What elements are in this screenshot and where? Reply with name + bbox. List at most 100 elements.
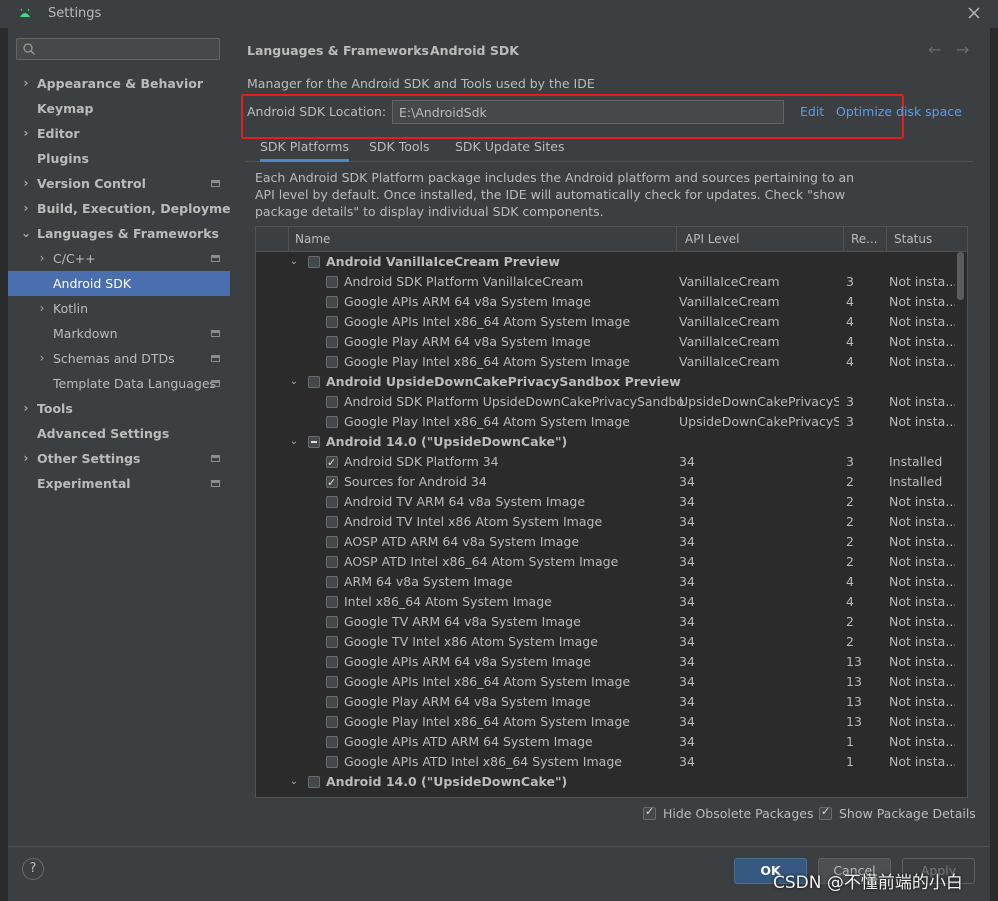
forward-arrow-icon[interactable]: → [956, 40, 969, 59]
package-group-row[interactable]: ⌄ Android UpsideDownCakePrivacySandbox Pr… [256, 372, 956, 392]
package-checkbox[interactable] [326, 756, 338, 768]
sidebar-item-editor[interactable]: › Editor [8, 121, 230, 146]
chevron-right-icon[interactable]: › [21, 121, 31, 146]
package-row[interactable]: ARM 64 v8a System Image 34 4 Not insta... [256, 572, 956, 592]
package-row[interactable]: Google Play Intel x86_64 Atom System Ima… [256, 712, 956, 732]
column-api-level[interactable]: API Level [685, 232, 739, 246]
close-icon[interactable] [966, 5, 982, 21]
package-row[interactable]: Google APIs ARM 64 v8a System Image 34 13 N… [256, 652, 956, 672]
package-checkbox[interactable] [308, 776, 320, 788]
sidebar-item-version-control[interactable]: › Version Control [8, 171, 230, 196]
chevron-right-icon[interactable]: › [37, 346, 47, 371]
column-status[interactable]: Status [894, 232, 932, 246]
back-arrow-icon[interactable]: ← [928, 40, 941, 59]
package-checkbox[interactable] [326, 416, 338, 428]
package-checkbox[interactable] [326, 636, 338, 648]
package-row[interactable]: Android SDK Platform UpsideDownCakePriva… [256, 392, 956, 412]
chevron-right-icon[interactable]: › [21, 396, 31, 421]
package-row[interactable]: Google TV ARM 64 v8a System Image 34 2 Not … [256, 612, 956, 632]
package-row[interactable]: Google APIs ATD ARM 64 System Image 34 1 No… [256, 732, 956, 752]
chevron-down-icon[interactable]: ⌄ [21, 221, 31, 246]
sidebar-item-keymap[interactable]: Keymap [8, 96, 230, 121]
package-checkbox[interactable] [326, 276, 338, 288]
package-row[interactable]: Google APIs ATD Intel x86_64 System Imag… [256, 752, 956, 772]
show-details-checkbox[interactable] [819, 805, 832, 820]
column-revision[interactable]: Re... [851, 232, 878, 246]
scrollbar-thumb[interactable] [957, 252, 964, 300]
sidebar-item-kotlin[interactable]: › Kotlin [8, 296, 230, 321]
package-checkbox[interactable] [326, 396, 338, 408]
package-row[interactable]: Intel x86_64 Atom System Image 34 4 Not ins… [256, 592, 956, 612]
sidebar-item-build-execution-deployment[interactable]: › Build, Execution, Deployment [8, 196, 246, 221]
package-checkbox[interactable] [326, 696, 338, 708]
package-checkbox[interactable] [326, 656, 338, 668]
help-button[interactable]: ? [22, 858, 44, 880]
package-group-row[interactable]: ⌄ Android VanillaIceCream Preview [256, 252, 956, 272]
package-row[interactable]: Android SDK Platform VanillaIceCream Vani… [256, 272, 956, 292]
package-checkbox[interactable] [326, 496, 338, 508]
package-checkbox[interactable] [308, 256, 320, 268]
package-group-row[interactable]: ⌄ Android 14.0 ("UpsideDownCake") [256, 772, 956, 792]
settings-search[interactable] [16, 38, 220, 60]
package-row[interactable]: Google APIs Intel x86_64 Atom System Ima… [256, 312, 956, 332]
chevron-right-icon[interactable]: › [21, 171, 31, 196]
sidebar-item-plugins[interactable]: Plugins [8, 146, 230, 171]
package-checkbox[interactable] [326, 316, 338, 328]
sdk-location-field[interactable] [392, 100, 784, 124]
package-checkbox[interactable] [326, 616, 338, 628]
package-row[interactable]: Android TV Intel x86 Atom System Image 34… [256, 512, 956, 532]
breadcrumb-parent[interactable]: Languages & Frameworks [247, 43, 429, 58]
package-row[interactable]: AOSP ATD Intel x86_64 Atom System Image 3… [256, 552, 956, 572]
chevron-right-icon[interactable]: › [37, 296, 47, 321]
package-checkbox[interactable] [326, 336, 338, 348]
package-checkbox[interactable] [326, 576, 338, 588]
chevron-right-icon[interactable]: › [21, 71, 31, 96]
package-checkbox[interactable] [326, 453, 338, 473]
hide-obsolete-checkbox[interactable] [643, 805, 656, 820]
tab-sdk-platforms[interactable]: SDK Platforms [260, 139, 349, 162]
package-group-row[interactable]: ⌄ Android 14.0 ("UpsideDownCake") [256, 432, 956, 452]
sidebar-item-markdown[interactable]: Markdown [8, 321, 230, 346]
search-input[interactable] [39, 40, 215, 58]
package-row[interactable]: Google TV Intel x86 Atom System Image 34 2… [256, 632, 956, 652]
package-checkbox[interactable] [326, 596, 338, 608]
chevron-down-icon[interactable]: ⌄ [289, 372, 299, 392]
chevron-down-icon[interactable]: ⌄ [289, 772, 299, 792]
sidebar-item-other-settings[interactable]: › Other Settings [8, 446, 230, 471]
package-row[interactable]: Android TV ARM 64 v8a System Image 34 2 Not… [256, 492, 956, 512]
sidebar-item-c-c[interactable]: › C/C++ [8, 246, 230, 271]
sidebar-item-schemas-and-dtds[interactable]: › Schemas and DTDs [8, 346, 230, 371]
package-row[interactable]: Google Play ARM 64 v8a System Image 34 13 N… [256, 692, 956, 712]
package-checkbox[interactable] [326, 356, 338, 368]
sidebar-item-template-data-languages[interactable]: Template Data Languages [8, 371, 230, 396]
sidebar-item-advanced-settings[interactable]: Advanced Settings [8, 421, 230, 446]
tab-sdk-update-sites[interactable]: SDK Update Sites [455, 139, 565, 154]
package-row[interactable]: AOSP ATD ARM 64 v8a System Image 34 2 Not i… [256, 532, 956, 552]
package-checkbox[interactable] [326, 676, 338, 688]
chevron-right-icon[interactable]: › [37, 246, 47, 271]
package-checkbox[interactable] [308, 376, 320, 388]
sidebar-item-languages-frameworks[interactable]: ⌄ Languages & Frameworks [8, 221, 230, 246]
package-row[interactable]: Google Play Intel x86_64 Atom System Ima… [256, 352, 956, 372]
package-checkbox[interactable] [326, 516, 338, 528]
sidebar-item-android-sdk[interactable]: Android SDK [8, 271, 230, 296]
column-name[interactable]: Name [295, 232, 330, 246]
package-checkbox[interactable] [326, 473, 338, 493]
chevron-right-icon[interactable]: › [21, 196, 31, 221]
sidebar-item-tools[interactable]: › Tools [8, 396, 230, 421]
chevron-down-icon[interactable]: ⌄ [289, 432, 299, 452]
table-scrollbar[interactable] [955, 252, 967, 797]
package-row[interactable]: Google Play ARM 64 v8a System Image Vanil… [256, 332, 956, 352]
package-row[interactable]: Google Play Intel x86_64 Atom System Ima… [256, 412, 956, 432]
package-checkbox[interactable] [326, 556, 338, 568]
package-checkbox[interactable] [326, 716, 338, 728]
package-row[interactable]: Google APIs ARM 64 v8a System Image Vanil… [256, 292, 956, 312]
package-checkbox[interactable] [308, 436, 320, 448]
sidebar-item-experimental[interactable]: Experimental [8, 471, 230, 496]
package-checkbox[interactable] [326, 296, 338, 308]
sidebar-item-appearance-behavior[interactable]: › Appearance & Behavior [8, 71, 230, 96]
optimize-disk-space-link[interactable]: Optimize disk space [836, 104, 962, 119]
package-row[interactable]: Android SDK Platform 34 34 3 Installed [256, 452, 956, 473]
package-checkbox[interactable] [326, 736, 338, 748]
edit-link[interactable]: Edit [800, 104, 824, 119]
